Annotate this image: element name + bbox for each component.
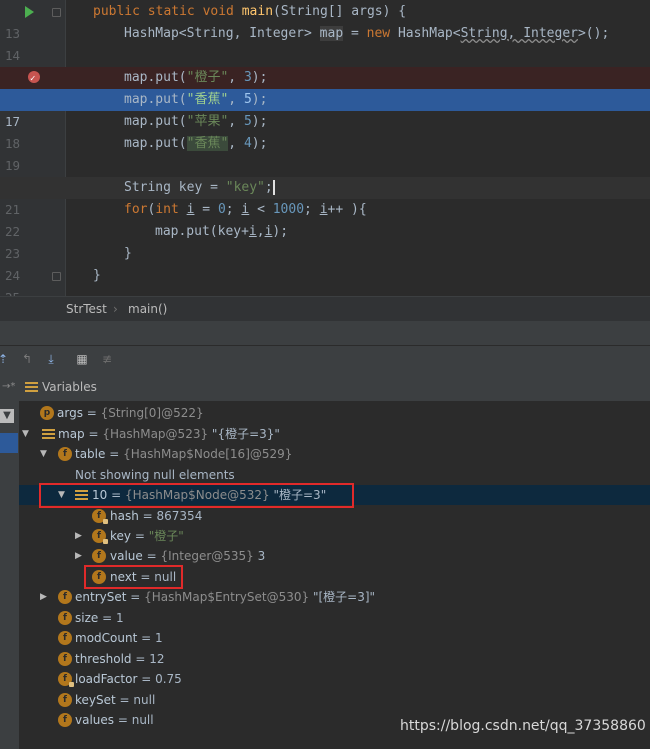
code-text: map.put("香蕉", 5); — [124, 92, 268, 107]
field-icon: f — [58, 447, 72, 461]
code-line-23[interactable]: 23 map.put(key+i,i); — [0, 221, 650, 261]
code-text: map.put("苹果", 5); — [124, 114, 268, 129]
code-line-24[interactable]: 24 } — [0, 243, 650, 283]
code-text: map.put("香蕉", 4); — [124, 136, 268, 151]
run-to-cursor-icon[interactable]: ⤓ — [44, 352, 58, 366]
expand-arrow-icon[interactable]: ▶ — [75, 546, 82, 566]
code-line-21[interactable]: 21 String key = "key"; — [0, 177, 650, 217]
field-icon: f — [58, 713, 72, 727]
collapse-arrow-icon[interactable]: ▼ — [22, 424, 29, 444]
filter-icon[interactable]: ▼ — [0, 409, 14, 423]
final-field-icon: f — [58, 672, 74, 687]
variables-title: Variables — [42, 380, 97, 394]
line-number: 25 — [0, 287, 20, 296]
code-line-22[interactable]: 22 for(int i = 0; i < 1000; i++ ){ — [0, 199, 650, 239]
variables-side-toolbar: ▼ — [0, 401, 20, 749]
code-text: for(int i = 0; i < 1000; i++ ){ — [124, 202, 367, 217]
drop-frame-icon[interactable]: ↰ — [20, 352, 34, 366]
panel-divider — [0, 321, 650, 345]
code-line-13[interactable]: 13 public static void main(String[] args… — [0, 1, 650, 41]
final-field-icon: f — [92, 529, 108, 544]
breadcrumb: StrTest › main() — [0, 296, 650, 321]
collapse-arrow-icon[interactable]: ▼ — [40, 444, 47, 464]
field-icon: f — [58, 693, 72, 707]
code-text: } — [124, 246, 132, 261]
expand-arrow-icon[interactable]: ▶ — [40, 587, 47, 607]
fold-icon[interactable] — [52, 272, 61, 281]
code-text: map.put(key+i,i); — [155, 224, 289, 239]
code-text: public static void main(String[] args) { — [93, 4, 407, 19]
code-line-14[interactable]: 14 HashMap<String, Integer> map = new Ha… — [0, 23, 650, 63]
breadcrumb-method[interactable]: main() — [128, 297, 167, 321]
variables-header: →* Variables — [0, 373, 650, 401]
code-text: HashMap<String, Integer> map = new HashM… — [124, 26, 610, 41]
expand-arrow-icon[interactable]: ▶ — [75, 526, 82, 546]
code-line-17[interactable]: 17 map.put("香蕉", 5); — [0, 89, 650, 129]
code-line-15[interactable]: 15 — [0, 45, 650, 85]
watermark: https://blog.csdn.net/qq_37358860 — [400, 718, 646, 734]
code-text: String key = "key"; — [124, 180, 275, 195]
parameter-icon: p — [40, 406, 54, 420]
object-icon — [42, 429, 55, 439]
field-icon: f — [58, 590, 72, 604]
field-icon: f — [58, 611, 72, 625]
restore-layout-icon[interactable]: →* — [2, 373, 15, 401]
code-text: map.put("橙子", 3); — [124, 70, 268, 85]
code-line-19[interactable]: 19 map.put("香蕉", 4); — [0, 133, 650, 173]
evaluate-icon[interactable]: ▦ — [75, 352, 89, 366]
final-field-icon: f — [92, 509, 108, 524]
fold-icon[interactable] — [52, 8, 61, 17]
code-editor[interactable]: 13 public static void main(String[] args… — [0, 0, 650, 296]
null-elements-note: Not showing null elements — [75, 468, 235, 482]
variables-icon — [25, 382, 38, 392]
annotation-box — [84, 565, 183, 589]
field-icon: f — [58, 631, 72, 645]
field-icon: f — [58, 652, 72, 666]
code-line-25[interactable]: 25 } — [0, 265, 650, 296]
breadcrumb-class[interactable]: StrTest — [66, 297, 107, 321]
step-out-icon[interactable]: ⇡ — [0, 352, 10, 366]
debug-toolbar: ⇡ ↰ ⤓ ▦ ≢ — [0, 345, 650, 374]
code-text: } — [93, 268, 101, 283]
code-line-16[interactable]: 16 map.put("橙子", 3); — [0, 67, 650, 107]
code-line-18[interactable]: 18 map.put("苹果", 5); — [0, 111, 650, 151]
code-line-20[interactable]: 20 — [0, 155, 650, 195]
frame-selection-indicator — [0, 433, 18, 453]
annotation-box — [39, 483, 354, 508]
run-icon[interactable] — [25, 6, 34, 18]
breakpoint-icon[interactable] — [28, 68, 40, 90]
trace-icon[interactable]: ≢ — [100, 352, 114, 366]
field-icon: f — [92, 549, 106, 563]
breadcrumb-separator: › — [113, 302, 118, 316]
